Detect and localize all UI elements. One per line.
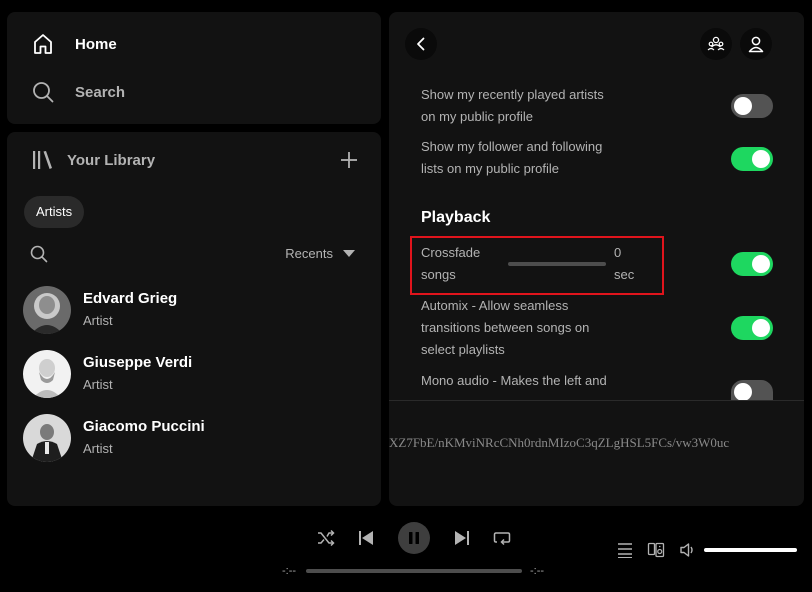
back-button[interactable] [405,28,437,60]
toggle-crossfade[interactable] [731,252,773,276]
queue-icon[interactable] [616,541,636,561]
nav-item-label: Home [75,35,117,53]
user-icon [747,35,765,53]
pause-icon [407,531,421,545]
section-title-playback: Playback [421,209,491,226]
garbled-text-overlay: XZ7FbE/nKMviNRcCNh0rdnMIzoC3qZLgHSL5FCs/… [389,435,730,450]
friends-icon [707,35,725,53]
artist-name: Giacomo Puccini [83,418,205,435]
setting-recent-artists-label: Show my recently played artists on my pu… [421,87,604,124]
skip-forward-icon[interactable] [452,528,472,548]
caret-down-icon [343,249,355,258]
chevron-left-icon [414,37,428,51]
plus-icon[interactable] [339,150,359,170]
nav-item-home[interactable]: Home [7,24,381,64]
skip-back-icon[interactable] [356,528,376,548]
home-icon [31,32,55,56]
sort-dropdown[interactable]: Recents [285,246,355,261]
library-title[interactable]: Your Library [67,152,155,169]
settings-panel: Show my recently played artists on my pu… [389,12,804,506]
volume-icon[interactable] [679,541,699,561]
shuffle-icon[interactable] [316,528,336,548]
setting-mono-audio-label: Mono audio - Makes the left and [421,373,607,388]
nav-card: Home Search [7,12,381,124]
playback-progress-bar[interactable] [306,569,522,573]
remaining-time: -:-- [530,565,545,577]
friend-activity-button[interactable] [700,28,732,60]
toggle-recent-artists[interactable] [731,94,773,118]
nav-item-search[interactable]: Search [7,72,381,112]
nav-item-label: Search [75,83,126,101]
toggle-automix[interactable] [731,316,773,340]
panel-divider [389,400,804,401]
library-artist-row[interactable]: Giacomo Puccini Artist [7,408,381,468]
filter-chip-artists[interactable]: Artists [24,196,85,228]
setting-follow-lists-label: Show my follower and following lists on … [421,139,603,176]
library-search-icon[interactable] [29,244,49,264]
toggle-mono-audio[interactable] [731,380,773,401]
library-icon [31,148,55,172]
crossfade-slider[interactable] [508,262,606,266]
artist-avatar [23,286,71,334]
artist-avatar [23,350,71,398]
connect-device-icon[interactable] [647,541,667,561]
crossfade-label: Crossfade songs [421,245,481,282]
library-artist-row[interactable]: Edvard Grieg Artist [7,280,381,340]
artist-avatar [23,414,71,462]
library-card: Your Library Artists Recents Edvard Grie… [7,132,381,506]
search-icon [31,80,55,104]
artist-type: Artist [83,377,113,392]
elapsed-time: -:-- [282,565,297,577]
artist-type: Artist [83,313,113,328]
play-pause-button[interactable] [398,522,430,554]
repeat-icon[interactable] [492,528,512,548]
volume-slider[interactable] [704,548,797,552]
crossfade-value: 0 sec [614,245,635,282]
profile-button[interactable] [740,28,772,60]
sort-label: Recents [285,246,333,261]
library-artist-row[interactable]: Giuseppe Verdi Artist [7,344,381,404]
toggle-follow-lists[interactable] [731,147,773,171]
artist-name: Giuseppe Verdi [83,354,193,371]
artist-type: Artist [83,441,113,456]
artist-name: Edvard Grieg [83,290,178,307]
setting-automix-label: Automix - Allow seamless transitions bet… [421,298,590,357]
